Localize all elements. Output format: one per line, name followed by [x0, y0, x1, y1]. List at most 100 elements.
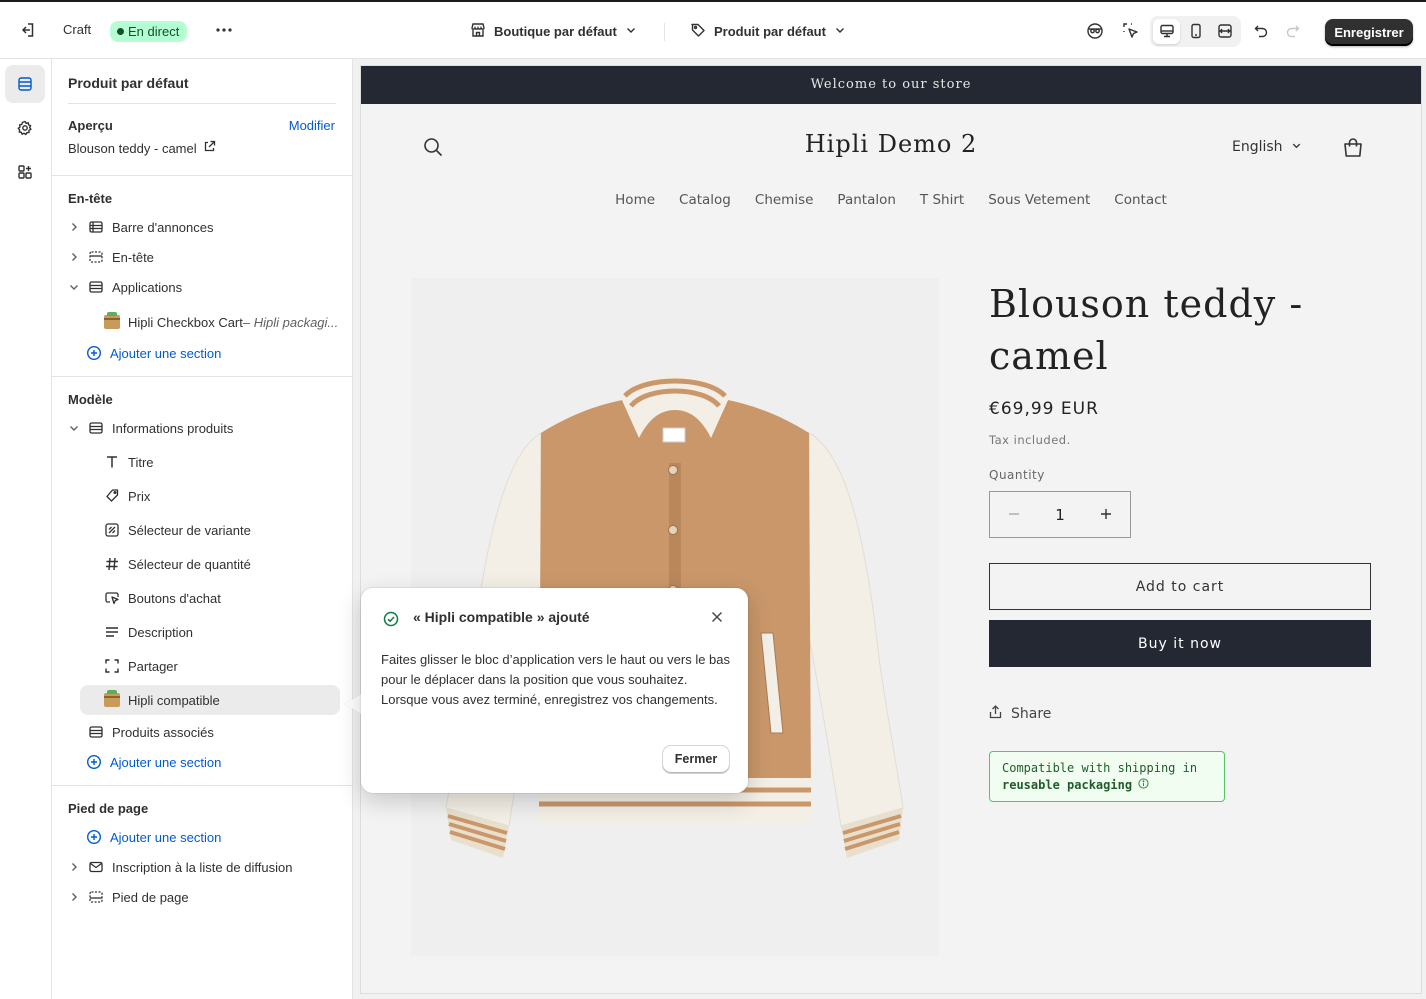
- preview-product[interactable]: Blouson teddy - camel: [68, 140, 216, 156]
- app-block-label: Hipli Checkbox Cart: [128, 314, 243, 330]
- block-share[interactable]: Partager: [104, 651, 340, 681]
- desktop-icon[interactable]: [1156, 20, 1178, 42]
- package-icon: [104, 690, 120, 708]
- block-price[interactable]: Prix: [104, 481, 340, 511]
- section-announcement-bar[interactable]: Barre d'annonces: [68, 212, 340, 242]
- minus-icon[interactable]: [1007, 504, 1021, 525]
- nav-link-catalog[interactable]: Catalog: [679, 192, 731, 208]
- plus-icon[interactable]: [1099, 504, 1113, 525]
- section-product-info[interactable]: Informations produits: [68, 413, 340, 443]
- popover-body: Faites glisser le bloc d’application ver…: [381, 652, 731, 707]
- divider: [68, 103, 336, 104]
- buy-now-button[interactable]: Buy it now: [989, 620, 1371, 667]
- template-group-title: Modèle: [68, 392, 113, 407]
- mobile-icon[interactable]: [1185, 20, 1207, 42]
- product-title: Blouson teddy - camel: [989, 282, 1304, 378]
- section-layout-icon: [88, 279, 104, 295]
- block-label: Titre: [128, 454, 154, 470]
- footer-group-title: Pied de page: [68, 801, 149, 816]
- language-label: English: [1232, 139, 1283, 155]
- block-label: Partager: [128, 658, 178, 674]
- inspector-icon[interactable]: [1084, 20, 1106, 42]
- block-title[interactable]: Titre: [104, 447, 340, 477]
- add-section-label: Ajouter une section: [110, 829, 222, 845]
- add-to-cart-button[interactable]: Add to cart: [989, 563, 1371, 610]
- settings-gear-icon[interactable]: [5, 109, 45, 147]
- block-label: Description: [128, 624, 194, 640]
- block-description[interactable]: Description: [104, 617, 340, 647]
- add-section-header[interactable]: Ajouter une section: [86, 338, 221, 368]
- nav-link-home[interactable]: Home: [615, 192, 655, 208]
- nav-link-chemise[interactable]: Chemise: [755, 192, 814, 208]
- store-icon: [470, 22, 486, 41]
- page-title: Produit par défaut: [68, 75, 189, 91]
- product-selector[interactable]: Produit par défaut: [690, 20, 846, 42]
- nav-link-contact[interactable]: Contact: [1114, 192, 1167, 208]
- apps-icon[interactable]: [5, 153, 45, 191]
- add-section-template[interactable]: Ajouter une section: [86, 747, 221, 777]
- chevron-right-icon[interactable]: [68, 252, 80, 262]
- app-block-hipli-checkbox-cart[interactable]: Hipli Checkbox Cart – Hipli packagi...: [104, 307, 340, 337]
- external-link-icon[interactable]: [203, 140, 216, 156]
- undo-icon[interactable]: [1250, 20, 1272, 42]
- chevron-right-icon[interactable]: [68, 862, 80, 872]
- section-newsletter[interactable]: Inscription à la liste de diffusion: [68, 852, 340, 882]
- nav-link-pantalon[interactable]: Pantalon: [837, 192, 896, 208]
- divider: [52, 376, 353, 377]
- sections-icon[interactable]: [5, 65, 45, 103]
- more-icon[interactable]: [214, 20, 234, 40]
- product-selector-label: Produit par défaut: [714, 23, 826, 39]
- store-selector[interactable]: Boutique par défaut: [470, 20, 637, 42]
- close-popover-button[interactable]: Fermer: [663, 746, 729, 773]
- section-applications[interactable]: Applications: [68, 272, 340, 302]
- header-group-title: En-tête: [68, 191, 113, 206]
- chevron-right-icon[interactable]: [68, 892, 80, 902]
- cart-icon[interactable]: [1341, 136, 1365, 163]
- block-quantity-selector[interactable]: Sélecteur de quantité: [104, 549, 340, 579]
- chevron-down-icon[interactable]: [68, 282, 80, 292]
- exit-icon[interactable]: [17, 20, 37, 40]
- nav-link-t-shirt[interactable]: T Shirt: [920, 192, 964, 208]
- language-selector[interactable]: English: [1232, 139, 1302, 155]
- quantity-stepper[interactable]: 1: [989, 491, 1131, 538]
- nav-link-sous-vetement[interactable]: Sous Vetement: [988, 192, 1090, 208]
- section-label: Informations produits: [112, 420, 234, 436]
- section-header[interactable]: En-tête: [68, 242, 340, 272]
- section-layout-icon: [88, 219, 104, 235]
- modify-preview-link[interactable]: Modifier: [289, 118, 335, 133]
- storefront-preview[interactable]: Welcome to our store Hipli Demo 2 Englis…: [361, 66, 1421, 993]
- save-button[interactable]: Enregistrer: [1325, 19, 1413, 46]
- add-section-footer[interactable]: Ajouter une section: [86, 822, 221, 852]
- variant-icon: [104, 522, 120, 538]
- block-hipli-compatible[interactable]: Hipli compatible: [80, 685, 340, 715]
- section-footer[interactable]: Pied de page: [68, 882, 340, 912]
- divider: [52, 175, 353, 176]
- announcement-bar[interactable]: Welcome to our store: [361, 66, 1421, 104]
- info-icon[interactable]: [1138, 777, 1149, 794]
- block-added-popover: « Hipli compatible » ajouté Faites gliss…: [361, 588, 748, 793]
- hipli-compatible-badge[interactable]: Compatible with shipping in reusable pac…: [989, 751, 1225, 802]
- popover-title: « Hipli compatible » ajouté: [413, 609, 590, 625]
- chevron-down-icon[interactable]: [68, 423, 80, 433]
- block-label: Hipli compatible: [128, 692, 220, 708]
- select-element-icon[interactable]: [1120, 20, 1142, 42]
- hipli-badge-line1: Compatible with shipping in: [1002, 761, 1198, 775]
- package-icon: [104, 312, 120, 330]
- redo-icon[interactable]: [1282, 20, 1304, 42]
- block-variant-picker[interactable]: Sélecteur de variante: [104, 515, 340, 545]
- quantity-value[interactable]: 1: [1055, 506, 1065, 524]
- preview-product-label: Blouson teddy - camel: [68, 140, 197, 156]
- chevron-right-icon[interactable]: [68, 222, 80, 232]
- full-width-icon[interactable]: [1214, 20, 1236, 42]
- text-icon: [104, 454, 120, 470]
- section-related-products[interactable]: Produits associés: [88, 717, 340, 747]
- close-icon[interactable]: [709, 609, 725, 625]
- block-buy-buttons[interactable]: Boutons d'achat: [104, 583, 340, 613]
- share-button[interactable]: Share: [989, 705, 1051, 723]
- store-selector-label: Boutique par défaut: [494, 23, 617, 39]
- plus-circle-icon: [86, 345, 102, 361]
- tax-note: Tax included.: [989, 433, 1071, 447]
- section-label: Inscription à la liste de diffusion: [112, 859, 293, 875]
- top-bar: Craft En direct Boutique par défaut Prod…: [0, 0, 1426, 59]
- left-rail: [0, 59, 52, 999]
